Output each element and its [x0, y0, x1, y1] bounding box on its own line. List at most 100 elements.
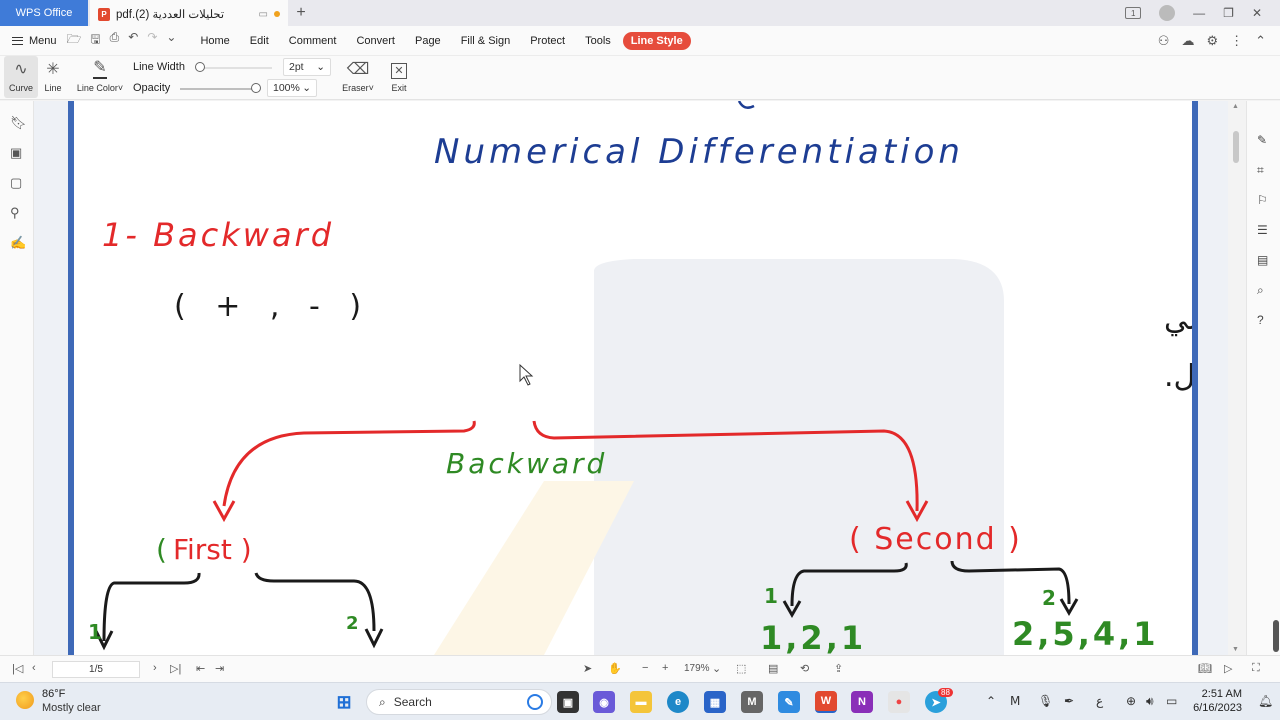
window-count-badge[interactable]: 1 — [1125, 7, 1142, 19]
reading-mode-icon[interactable]: 📖︎ — [1198, 662, 1212, 675]
open-folder-icon[interactable]: 🗁 — [67, 30, 82, 51]
save-icon[interactable]: 🖫 — [90, 30, 100, 51]
vertical-scrollbar[interactable]: ▲ ▼ — [1228, 101, 1244, 655]
last-page-icon[interactable]: ▷| — [170, 662, 181, 675]
help-icon[interactable]: ? — [1257, 313, 1264, 327]
menu-item-home[interactable]: Home — [192, 32, 237, 50]
page-number-input[interactable]: 1/5 — [52, 661, 140, 678]
document-tab[interactable]: P تحليلات العددية (2).pdf ▭ — [90, 0, 288, 26]
select-cursor-icon[interactable]: ➤ — [583, 662, 592, 675]
close-icon[interactable]: ✕ — [1252, 6, 1262, 20]
back-icon[interactable]: ⇤ — [196, 662, 205, 675]
settings-icon[interactable]: ⚙ — [1206, 33, 1218, 49]
zoom-level[interactable]: 179% — [684, 663, 710, 674]
side-scroll-handle[interactable] — [1273, 620, 1279, 652]
language-indicator[interactable]: ع — [1096, 694, 1103, 708]
menu-item-edit[interactable]: Edit — [242, 32, 277, 50]
crop-icon[interactable]: ⌗ — [1257, 163, 1264, 178]
new-tab-button[interactable]: + — [288, 0, 314, 26]
menu-item-comment[interactable]: Comment — [281, 32, 345, 50]
wps-office-icon[interactable]: W — [815, 691, 837, 713]
volume-icon[interactable]: 🔊︎ — [1146, 694, 1154, 709]
zoom-in-icon[interactable]: + — [662, 662, 668, 674]
opacity-slider-knob[interactable] — [251, 83, 261, 93]
prev-page-icon[interactable]: ‹ — [32, 662, 36, 674]
tray-expand-icon[interactable]: ⌃ — [986, 694, 996, 708]
fit-page-icon[interactable]: ⬚ — [736, 662, 746, 675]
edge-browser-icon[interactable]: e — [667, 691, 689, 713]
exit-button[interactable]: ✕ Exit — [382, 56, 416, 98]
task-view-icon[interactable]: ▣ — [557, 691, 579, 713]
comment-icon[interactable]: ▢ — [10, 175, 22, 191]
share-user-icon[interactable]: ⚇ — [1158, 33, 1170, 49]
clock-time[interactable]: 2:51 AM — [1196, 688, 1242, 700]
stamp-icon[interactable]: ⚐ — [1257, 193, 1268, 207]
onenote-icon[interactable]: N — [851, 691, 873, 713]
first-page-icon[interactable]: |◁ — [12, 662, 23, 675]
more-icon[interactable]: ⋮ — [1230, 33, 1243, 49]
scrollbar-thumb[interactable] — [1233, 131, 1239, 163]
play-icon[interactable]: ▷ — [1224, 662, 1232, 675]
tray-app-icon[interactable]: Ⅿ — [1010, 694, 1020, 708]
menu-item-convert[interactable]: Convert — [348, 32, 403, 50]
find-icon[interactable]: ⌕ — [1257, 283, 1264, 298]
line-width-slider-knob[interactable] — [195, 62, 205, 72]
notification-bell-icon[interactable]: 🔔︎ — [1258, 694, 1273, 708]
screen-icon[interactable]: ▭ — [259, 9, 268, 20]
menu-item-protect[interactable]: Protect — [522, 32, 573, 50]
weather-desc[interactable]: Mostly clear — [42, 702, 101, 714]
thumbnail-icon[interactable]: ▣ — [10, 145, 22, 161]
scroll-up-icon[interactable]: ▲ — [1232, 103, 1239, 110]
network-globe-icon[interactable]: ⊕ — [1126, 694, 1136, 708]
app-tab-wps[interactable]: WPS Office — [0, 0, 88, 26]
view-mode-icon[interactable]: ▤ — [768, 662, 778, 675]
battery-icon[interactable]: ▭ — [1166, 694, 1177, 708]
fullscreen-icon[interactable]: ⛶ — [1252, 662, 1260, 675]
opacity-slider[interactable] — [180, 88, 256, 90]
taskbar-search[interactable]: ⌕ Search — [366, 689, 552, 715]
store-icon[interactable]: ▦ — [704, 691, 726, 713]
line-tool-button[interactable]: ✳ Line — [36, 56, 70, 98]
cloud-upload-icon[interactable]: ☁ — [1181, 33, 1194, 49]
line-width-dropdown[interactable]: 2pt ⌄ — [283, 58, 331, 76]
page-settings-icon[interactable]: ▤ — [1257, 253, 1268, 267]
weather-icon[interactable] — [16, 691, 34, 709]
export-icon[interactable]: ⇪ — [834, 662, 843, 675]
next-page-icon[interactable]: › — [153, 662, 157, 674]
clock-date[interactable]: 6/16/2023 — [1192, 702, 1242, 714]
undo-icon[interactable]: ↶ — [128, 30, 138, 51]
redo-icon[interactable]: ↷ — [147, 30, 157, 51]
eraser-button[interactable]: ⌫ Eraser˅ — [340, 56, 376, 98]
scroll-down-icon[interactable]: ▼ — [1232, 646, 1239, 653]
restore-icon[interactable]: ❐ — [1223, 6, 1234, 20]
teams-chat-icon[interactable]: ◉ — [593, 691, 615, 713]
forward-icon[interactable]: ⇥ — [215, 662, 224, 675]
minimize-icon[interactable]: — — [1193, 6, 1205, 20]
menu-button[interactable]: Menu — [0, 35, 67, 47]
pen-tray-icon[interactable]: ✒ — [1064, 694, 1074, 708]
line-color-button[interactable]: ✎ Line Color˅ — [76, 56, 124, 98]
curve-tool-button[interactable]: ∿ Curve — [4, 56, 38, 98]
microphone-icon[interactable]: 🎙︎ — [1038, 694, 1053, 708]
file-explorer-icon[interactable]: ▬ — [630, 691, 652, 713]
attachment-icon[interactable]: ⚲ — [10, 205, 20, 221]
zoom-chevron-icon[interactable]: ⌄ — [712, 662, 721, 675]
pdf-page[interactable]: Numerical Differentiation 1- Backward ( … — [68, 101, 1198, 655]
whiteboard-icon[interactable]: ✎ — [778, 691, 800, 713]
start-windows-icon[interactable]: ⊞ — [333, 691, 355, 713]
menu-item-fill-sign[interactable]: Fill & Sign — [453, 32, 519, 50]
align-icon[interactable]: ☰ — [1257, 223, 1268, 237]
print-icon[interactable]: ⎙ — [110, 30, 120, 51]
rotate-icon[interactable]: ⟲ — [800, 662, 809, 675]
opacity-dropdown[interactable]: 100% ⌄ — [267, 79, 317, 97]
recorder-icon[interactable]: ● — [888, 691, 910, 713]
avatar[interactable] — [1159, 5, 1176, 21]
zoom-out-icon[interactable]: − — [642, 662, 648, 674]
menu-item-line-style[interactable]: Line Style — [622, 31, 691, 50]
line-width-slider[interactable] — [200, 67, 272, 69]
signature-icon[interactable]: ✍ — [10, 235, 26, 251]
weather-temp[interactable]: 86°F — [42, 688, 65, 700]
menu-item-tools[interactable]: Tools — [577, 32, 619, 50]
hand-tool-icon[interactable]: ✋ — [608, 662, 622, 675]
customize-chevron-icon[interactable]: ⌄ — [166, 30, 176, 51]
